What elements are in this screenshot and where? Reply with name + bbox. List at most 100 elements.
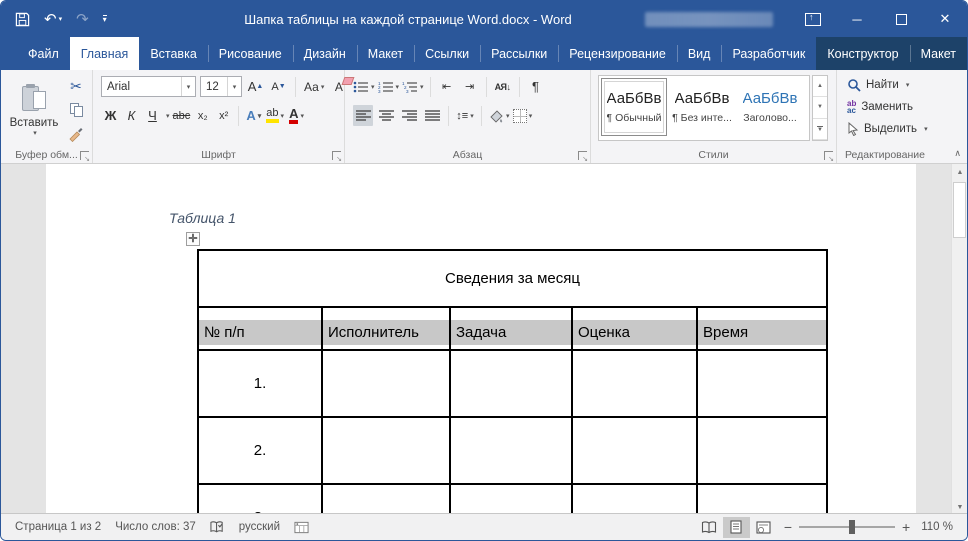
zoom-slider-thumb[interactable] — [849, 520, 855, 534]
row-number-cell[interactable]: 1. — [198, 350, 322, 417]
maximize-button[interactable] — [879, 1, 923, 37]
styles-gallery-more-icon[interactable]: ▼ — [813, 119, 827, 140]
tab-table-design[interactable]: Конструктор — [816, 37, 909, 70]
empty-cell[interactable] — [697, 484, 827, 515]
collapse-ribbon-icon[interactable]: ∧ — [954, 148, 961, 159]
row-number-cell[interactable]: 2. — [198, 417, 322, 484]
word-count[interactable]: Число слов: 37 — [115, 521, 196, 533]
ribbon-display-options-button[interactable] — [791, 1, 835, 37]
replace-button[interactable]: abac Заменить — [847, 100, 913, 114]
font-size-dropdown-icon[interactable]: ▾ — [227, 77, 241, 96]
shrink-font-button[interactable]: А▼ — [269, 76, 288, 97]
header-cell[interactable]: Задача — [450, 307, 572, 350]
bullets-button[interactable]: ▾ — [353, 76, 375, 97]
empty-cell[interactable] — [322, 417, 450, 484]
undo-icon[interactable]: ↶▾ — [44, 12, 62, 27]
vertical-scrollbar[interactable]: ▲ ▼ — [951, 164, 967, 515]
numbering-button[interactable]: 123 ▾ — [378, 76, 400, 97]
strikethrough-button[interactable]: abc — [172, 105, 192, 126]
find-button[interactable]: Найти▾ — [847, 78, 909, 92]
line-spacing-button[interactable]: ↕≡▾ — [455, 105, 475, 126]
styles-scroll-up-icon[interactable]: ▲ — [813, 76, 827, 97]
print-layout-button[interactable] — [723, 517, 750, 538]
subscript-button[interactable]: x₂ — [193, 105, 212, 126]
shading-button[interactable]: ▾ — [488, 105, 510, 126]
close-button[interactable]: ✕ — [923, 1, 967, 37]
tab-table-layout[interactable]: Макет — [910, 37, 967, 70]
align-left-button[interactable] — [353, 105, 373, 126]
underline-button[interactable]: Ч — [143, 105, 162, 126]
header-cell[interactable]: Время — [697, 307, 827, 350]
empty-cell[interactable] — [572, 484, 697, 515]
table-title-cell[interactable]: Сведения за месяц — [198, 250, 827, 307]
table-caption[interactable]: Таблица 1 — [169, 210, 236, 226]
tab-file[interactable]: Файл — [17, 37, 70, 70]
tab-references[interactable]: Ссылки — [414, 37, 480, 70]
font-size-combobox[interactable]: 12 ▾ — [200, 76, 242, 97]
paste-dropdown-icon[interactable]: ▾ — [33, 129, 37, 137]
bullets-dropdown-icon[interactable]: ▾ — [371, 83, 375, 91]
style-card-normal[interactable]: АаБбВв ¶ Обычный — [601, 78, 667, 136]
save-icon[interactable] — [15, 12, 30, 27]
tab-mailings[interactable]: Рассылки — [480, 37, 558, 70]
justify-button[interactable] — [422, 105, 442, 126]
empty-cell[interactable] — [322, 484, 450, 515]
empty-cell[interactable] — [572, 417, 697, 484]
show-marks-button[interactable]: ¶ — [526, 76, 546, 97]
empty-cell[interactable] — [322, 350, 450, 417]
styles-dialog-launcher[interactable] — [824, 151, 833, 160]
font-family-dropdown-icon[interactable]: ▾ — [181, 77, 195, 96]
increase-indent-button[interactable]: ⇥ — [460, 76, 480, 97]
macro-record-button[interactable] — [294, 521, 309, 534]
header-cell[interactable]: Оценка — [572, 307, 697, 350]
empty-cell[interactable] — [450, 350, 572, 417]
text-highlight-button[interactable]: ab▾ — [265, 105, 285, 126]
borders-button[interactable]: ▾ — [513, 105, 533, 126]
style-card-heading1[interactable]: АаБбВв Заголово... — [737, 78, 803, 136]
styles-scroll-down-icon[interactable]: ▼ — [813, 97, 827, 118]
row-number-cell[interactable]: 3. — [198, 484, 322, 515]
change-case-button[interactable]: Аа▾ — [303, 76, 325, 97]
grow-font-button[interactable]: А▲ — [246, 76, 265, 97]
italic-button[interactable]: К — [122, 105, 141, 126]
table-move-handle[interactable]: ✛ — [186, 232, 200, 246]
tab-draw[interactable]: Рисование — [208, 37, 293, 70]
tab-view[interactable]: Вид — [677, 37, 722, 70]
tab-developer[interactable]: Разработчик — [721, 37, 816, 70]
tab-home[interactable]: Главная — [70, 37, 140, 70]
proofing-status[interactable] — [210, 520, 225, 534]
web-layout-button[interactable] — [750, 517, 777, 538]
read-mode-button[interactable] — [696, 517, 723, 538]
tab-design[interactable]: Дизайн — [293, 37, 357, 70]
bold-button[interactable]: Ж — [101, 105, 120, 126]
tab-review[interactable]: Рецензирование — [558, 37, 677, 70]
underline-dropdown-icon[interactable]: ▾ — [166, 112, 170, 120]
empty-cell[interactable] — [697, 417, 827, 484]
zoom-in-button[interactable]: + — [895, 519, 917, 535]
zoom-out-button[interactable]: − — [777, 519, 799, 535]
zoom-percentage[interactable]: 110 % — [921, 521, 953, 533]
qat-customize-icon[interactable]: ▾ — [103, 15, 107, 23]
sort-button[interactable]: АЯ↓ — [493, 76, 513, 97]
multilevel-dropdown-icon[interactable]: ▾ — [420, 83, 424, 91]
style-card-no-spacing[interactable]: АаБбВв ¶ Без инте... — [669, 78, 735, 136]
text-effects-button[interactable]: А▾ — [244, 105, 263, 126]
format-painter-button[interactable] — [65, 124, 87, 144]
font-dialog-launcher[interactable] — [332, 151, 341, 160]
numbering-dropdown-icon[interactable]: ▾ — [396, 83, 400, 91]
redo-icon[interactable]: ↷ — [76, 12, 89, 27]
align-right-button[interactable] — [399, 105, 419, 126]
header-cell[interactable]: Исполнитель — [322, 307, 450, 350]
copy-button[interactable] — [65, 100, 87, 120]
tab-layout[interactable]: Макет — [357, 37, 414, 70]
paragraph-dialog-launcher[interactable] — [578, 151, 587, 160]
cut-button[interactable]: ✂ — [65, 76, 87, 96]
language-indicator[interactable]: русский — [239, 521, 280, 533]
clipboard-dialog-launcher[interactable] — [80, 151, 89, 160]
empty-cell[interactable] — [572, 350, 697, 417]
tab-insert[interactable]: Вставка — [139, 37, 207, 70]
shading-dropdown-icon[interactable]: ▾ — [506, 112, 510, 120]
superscript-button[interactable]: x² — [214, 105, 233, 126]
select-dropdown-icon[interactable]: ▾ — [924, 125, 928, 133]
borders-dropdown-icon[interactable]: ▾ — [529, 112, 533, 120]
